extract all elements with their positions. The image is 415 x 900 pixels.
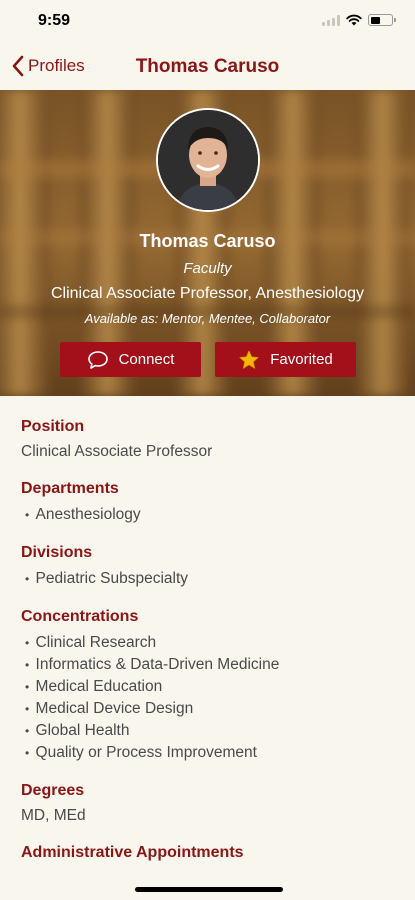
divisions-list: Pediatric Subspecialty (21, 568, 394, 590)
profile-details: Position Clinical Associate Professor De… (0, 396, 415, 880)
list-item: Medical Device Design (21, 698, 394, 720)
nav-title: Thomas Caruso (135, 56, 280, 77)
list-item: Medical Education (21, 676, 394, 698)
degrees-value: MD, MEd (21, 807, 86, 824)
battery-icon (368, 14, 396, 26)
connect-label: Connect (118, 351, 175, 368)
wifi-icon (346, 14, 362, 26)
section-heading: Concentrations (21, 608, 139, 625)
departments-section: Departments Anesthesiology (21, 479, 394, 526)
navigation-bar: Profiles Thomas Caruso (0, 44, 415, 90)
status-icons (322, 14, 396, 26)
connect-button[interactable]: Connect (60, 342, 201, 377)
status-time: 9:59 (38, 12, 71, 29)
list-item: Clinical Research (21, 632, 394, 654)
favorite-button[interactable]: Favorited (215, 342, 356, 377)
favorite-label: Favorited (270, 351, 333, 368)
administrative-section: Administrative Appointments (21, 843, 394, 863)
position-value: Clinical Associate Professor (21, 443, 213, 460)
chat-bubble-icon (87, 350, 108, 369)
concentrations-list: Clinical Research Informatics & Data-Dri… (21, 632, 394, 764)
concentrations-section: Concentrations Clinical Research Informa… (21, 607, 394, 764)
list-item: Quality or Process Improvement (21, 742, 394, 764)
list-item: Global Health (21, 720, 394, 742)
profile-title: Clinical Associate Professor, Anesthesio… (50, 285, 365, 302)
star-icon (239, 349, 259, 369)
section-heading: Position (21, 418, 85, 435)
signal-icon (322, 14, 340, 26)
section-heading: Departments (21, 480, 119, 497)
profile-header: Thomas Caruso Faculty Clinical Associate… (0, 90, 415, 396)
profile-role: Faculty (183, 260, 232, 277)
list-item: Pediatric Subspecialty (21, 568, 394, 590)
profile-name: Thomas Caruso (139, 231, 276, 251)
home-indicator[interactable] (135, 887, 283, 892)
section-heading: Degrees (21, 782, 85, 799)
departments-list: Anesthesiology (21, 504, 394, 526)
position-section: Position Clinical Associate Professor (21, 417, 394, 462)
profile-availability: Available as: Mentor, Mentee, Collaborat… (84, 311, 331, 326)
divisions-section: Divisions Pediatric Subspecialty (21, 543, 394, 590)
section-heading: Administrative Appointments (21, 844, 244, 861)
degrees-section: Degrees MD, MEd (21, 781, 394, 826)
profile-photo (158, 110, 258, 210)
list-item: Anesthesiology (21, 504, 394, 526)
list-item: Informatics & Data-Driven Medicine (21, 654, 394, 676)
status-bar: 9:59 (0, 0, 415, 44)
profile-screen: 9:59 Profiles Thomas Caruso Thomas Carus… (0, 0, 415, 900)
avatar (156, 108, 260, 212)
section-heading: Divisions (21, 544, 93, 561)
